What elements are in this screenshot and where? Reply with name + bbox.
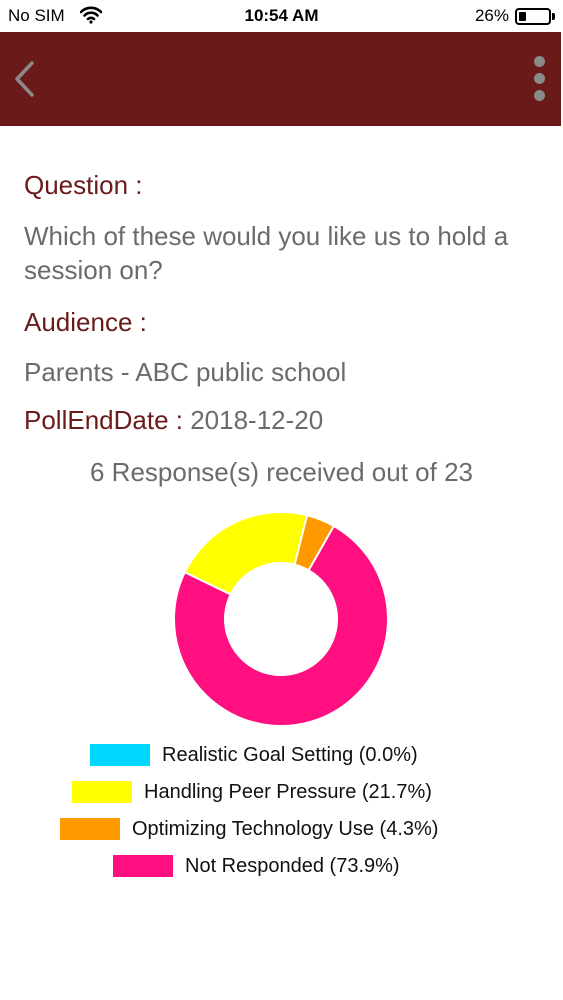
nav-bar bbox=[0, 32, 561, 126]
legend-item-0: Realistic Goal Setting (0.0%) bbox=[90, 740, 418, 770]
legend-label: Handling Peer Pressure (21.7%) bbox=[144, 780, 432, 803]
legend-swatch bbox=[60, 818, 120, 840]
battery-icon bbox=[515, 8, 551, 25]
more-vertical-icon[interactable] bbox=[529, 54, 549, 104]
audience-label: Audience : bbox=[24, 307, 147, 337]
poll-end-date-value: 2018-12-20 bbox=[190, 405, 324, 435]
legend-item-1: Handling Peer Pressure (21.7%) bbox=[72, 777, 432, 807]
poll-end-date-label: PollEndDate : bbox=[24, 405, 191, 435]
responses-summary: 6 Response(s) received out of 23 bbox=[90, 457, 473, 487]
legend-item-3: Not Responded (73.9%) bbox=[113, 851, 400, 881]
battery-cap bbox=[552, 13, 555, 20]
legend-swatch bbox=[113, 855, 173, 877]
legend-label: Realistic Goal Setting (0.0%) bbox=[162, 743, 418, 766]
poll-end-date: PollEndDate : 2018-12-20 bbox=[24, 405, 323, 436]
legend-swatch bbox=[72, 781, 132, 803]
chevron-left-icon[interactable] bbox=[10, 60, 40, 98]
legend-label: Not Responded (73.9%) bbox=[185, 854, 400, 877]
legend-swatch bbox=[90, 744, 150, 766]
question-label: Question : bbox=[24, 170, 143, 200]
battery-percentage: 26% bbox=[474, 6, 509, 25]
donut-chart bbox=[173, 511, 389, 727]
legend-label: Optimizing Technology Use (4.3%) bbox=[132, 817, 439, 840]
status-bar: No SIM 10:54 AM 26% bbox=[0, 0, 563, 32]
question-text: Which of these would you like us to hold… bbox=[24, 221, 509, 285]
audience-text: Parents - ABC public school bbox=[24, 357, 347, 387]
legend-item-2: Optimizing Technology Use (4.3%) bbox=[60, 814, 438, 844]
